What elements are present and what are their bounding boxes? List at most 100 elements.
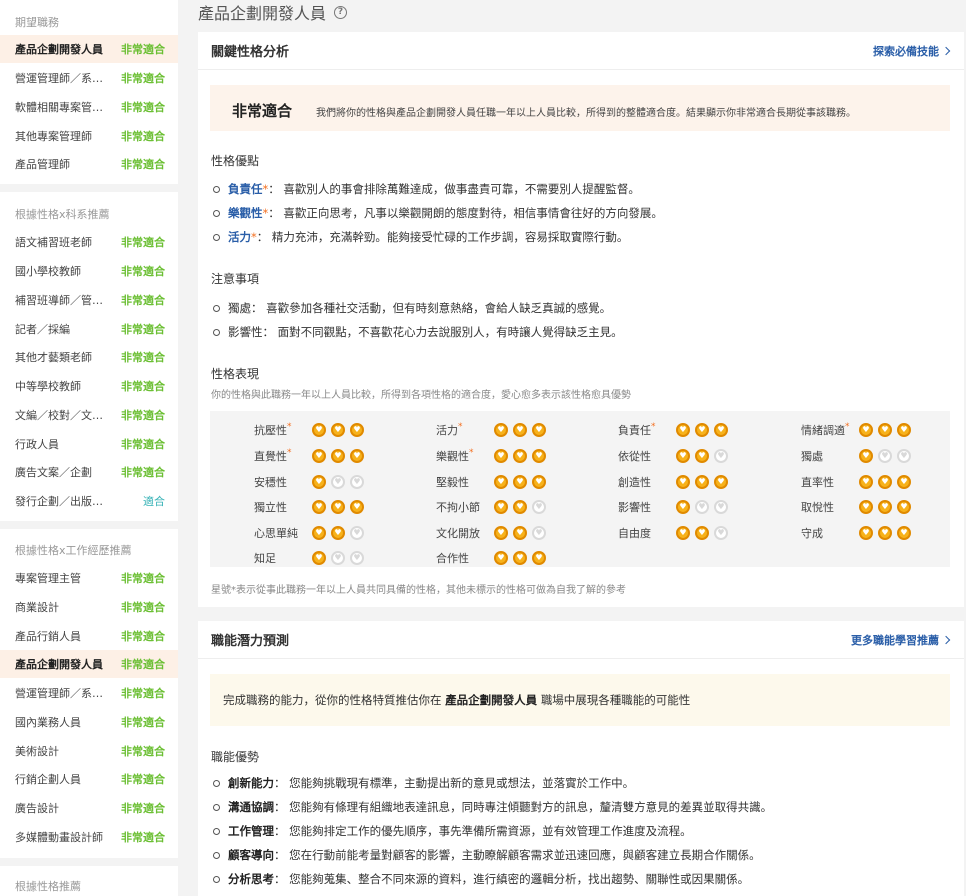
sidebar-item[interactable]: 產品行銷人員 非常適合 <box>0 622 178 650</box>
competency-item: 溝通協調： 您能夠有條理有組織地表達訊息，同時專注傾聽對方的訊息，釐清雙方意見的… <box>213 799 772 815</box>
competency-desc: ： 您能夠有條理有組織地表達訊息，同時專注傾聽對方的訊息，釐清雙方意見的差異並取… <box>274 800 773 814</box>
heart-icon <box>714 423 728 437</box>
sidebar-item[interactable]: 營運管理師／系… 非常適合 <box>0 64 178 92</box>
fit-badge: 非常適合 <box>121 831 165 844</box>
trait-hearts <box>676 526 728 540</box>
heart-icon <box>350 423 364 437</box>
heart-icon <box>897 449 911 463</box>
fit-badge: 非常適合 <box>121 630 165 643</box>
help-icon[interactable]: ? <box>334 5 348 19</box>
heart-icon <box>513 500 527 514</box>
trait-name: 創造性 <box>618 476 651 489</box>
caution-item: 獨處： 喜歡參加各種社交活動，但有時刻意熱絡，會給人缺乏真誠的感覺。 <box>213 300 611 316</box>
sidebar-item-name: 廣告設計 <box>15 802 59 815</box>
sidebar-item-name: 語文補習班老師 <box>15 236 92 249</box>
heart-icon <box>676 449 690 463</box>
heart-icon <box>878 449 892 463</box>
sidebar-item[interactable]: 產品企劃開發人員 非常適合 <box>0 650 178 678</box>
strength-desc: ： 精力充沛，充滿幹勁。能夠接受忙碌的工作步調，容易採取實際行動。 <box>256 230 629 244</box>
sidebar-item[interactable]: 營運管理師／系… 非常適合 <box>0 679 178 707</box>
sidebar-item[interactable]: 行政人員 非常適合 <box>0 430 178 458</box>
heart-icon <box>312 475 326 489</box>
heart-icon <box>350 475 364 489</box>
sidebar-item[interactable]: 產品企劃開發人員 非常適合 <box>0 35 178 63</box>
trait-item: 情緒調適* <box>801 420 911 440</box>
sidebar-item[interactable]: 國小學校教師 非常適合 <box>0 257 178 285</box>
sidebar-divider <box>0 521 178 529</box>
sidebar-item[interactable]: 發行企劃／出版… 適合 <box>0 487 178 515</box>
sidebar-item-name: 記者／採編 <box>15 323 70 336</box>
required-star-icon: * <box>287 422 292 432</box>
bullet-icon <box>213 185 220 193</box>
sidebar-item-name: 產品企劃開發人員 <box>15 43 103 56</box>
trait-hearts <box>676 449 728 463</box>
star-note: 星號*表示從事此職務一年以上人員共同具備的性格，其他未標示的性格可做為自我了解的… <box>211 585 626 596</box>
trait-name: 獨立性 <box>254 501 287 514</box>
sidebar-item[interactable]: 補習班導師／管… 非常適合 <box>0 286 178 314</box>
chevron-right-icon <box>941 635 951 644</box>
bullet-icon <box>213 304 220 312</box>
trait-name: 獨處 <box>801 450 823 463</box>
fit-badge: 非常適合 <box>121 72 165 85</box>
sidebar-item[interactable]: 美術設計 非常適合 <box>0 737 178 765</box>
trait-name: 自由度 <box>618 527 651 540</box>
personality-card-header: 關鍵性格分析 探索必備技能 <box>198 32 964 70</box>
strength-item: 活力 *： 精力充沛，充滿幹勁。能夠接受忙碌的工作步調，容易採取實際行動。 <box>213 229 628 245</box>
sidebar-item[interactable]: 軟體相關專案管… 非常適合 <box>0 93 178 121</box>
sidebar-divider <box>0 184 178 192</box>
competency-intro: 完成職務的能力，從你的性格特質推估你在 產品企劃開發人員 職場中展現各種職能的可… <box>223 692 690 708</box>
sidebar-item[interactable]: 廣告文案／企劃 非常適合 <box>0 458 178 486</box>
sidebar-item[interactable]: 專案管理主管 非常適合 <box>0 564 178 592</box>
heart-icon <box>494 526 508 540</box>
fit-badge: 非常適合 <box>121 236 165 249</box>
competency-item: 分析思考： 您能夠蒐集、整合不同來源的資料，進行縝密的邏輯分析，找出趨勢、關聯性… <box>213 871 749 887</box>
more-competency-link[interactable]: 更多職能學習推薦 <box>851 632 951 648</box>
explore-skills-link[interactable]: 探索必備技能 <box>873 43 951 59</box>
competency-item: 創新能力： 您能夠挑戰現有標準，主動提出新的意見或想法，並落實於工作中。 <box>213 775 634 791</box>
heart-icon <box>676 526 690 540</box>
heart-icon <box>350 449 364 463</box>
competency-intro-job: 產品企劃開發人員 <box>445 693 538 707</box>
fit-badge: 非常適合 <box>121 130 165 143</box>
heart-icon <box>312 423 326 437</box>
competency-banner: 完成職務的能力，從你的性格特質推估你在 產品企劃開發人員 職場中展現各種職能的可… <box>210 674 950 726</box>
sidebar-item[interactable]: 語文補習班老師 非常適合 <box>0 228 178 256</box>
sidebar-item[interactable]: 中等學校教師 非常適合 <box>0 372 178 400</box>
heart-icon <box>878 423 892 437</box>
fit-badge: 非常適合 <box>121 380 165 393</box>
sidebar-item[interactable]: 多媒體動畫設計師 非常適合 <box>0 823 178 851</box>
trait-hearts <box>494 526 546 540</box>
strength-desc: ： 喜歡別人的事會排除萬難達成，做事盡責可靠，不需要別人提醒監督。 <box>268 182 640 196</box>
trait-item: 直覺性* <box>254 446 364 466</box>
heart-icon <box>859 500 873 514</box>
more-competency-label: 更多職能學習推薦 <box>851 633 939 647</box>
competency-desc: ： 您在行動前能考量對顧客的影響，主動瞭解顧客需求並迅速回應，與顧客建立長期合作… <box>274 848 761 862</box>
competency-keyword: 工作管理 <box>228 824 274 838</box>
competency-keyword: 創新能力 <box>228 776 274 790</box>
trait-name: 抗壓性* <box>254 422 292 437</box>
trait-name: 不拘小節 <box>436 501 480 514</box>
sidebar-item[interactable]: 國內業務人員 非常適合 <box>0 708 178 736</box>
sidebar-item[interactable]: 其他才藝類老師 非常適合 <box>0 343 178 371</box>
heart-icon <box>331 551 345 565</box>
trait-hearts <box>312 423 364 437</box>
competency-adv-title: 職能優勢 <box>211 750 260 764</box>
app: 期望職務 產品企劃開發人員 非常適合 營運管理師／系… 非常適合 軟體相關專案管… 非… <box>0 0 966 896</box>
sidebar-item[interactable]: 記者／採編 非常適合 <box>0 315 178 343</box>
sidebar-item[interactable]: 產品管理師 非常適合 <box>0 150 178 178</box>
heart-icon <box>878 475 892 489</box>
sidebar-item[interactable]: 文編／校對／文… 非常適合 <box>0 401 178 429</box>
sidebar-item-name: 產品企劃開發人員 <box>15 658 103 671</box>
sidebar-item-name: 行政人員 <box>15 438 59 451</box>
sidebar-item[interactable]: 廣告設計 非常適合 <box>0 794 178 822</box>
chevron-right-icon <box>941 46 951 55</box>
caution-desc: ： 喜歡參加各種社交活動，但有時刻意熱絡，會給人缺乏真誠的感覺。 <box>251 301 612 315</box>
competency-intro-post: 職場中展現各種職能的可能性 <box>540 693 691 707</box>
sidebar-item[interactable]: 行銷企劃人員 非常適合 <box>0 765 178 793</box>
trait-hearts <box>494 500 546 514</box>
trait-hearts <box>494 551 546 565</box>
trait-hearts <box>859 449 911 463</box>
sidebar-item[interactable]: 其他專案管理師 非常適合 <box>0 122 178 150</box>
strength-keyword: 負責任 <box>228 182 263 196</box>
sidebar-item[interactable]: 商業設計 非常適合 <box>0 593 178 621</box>
